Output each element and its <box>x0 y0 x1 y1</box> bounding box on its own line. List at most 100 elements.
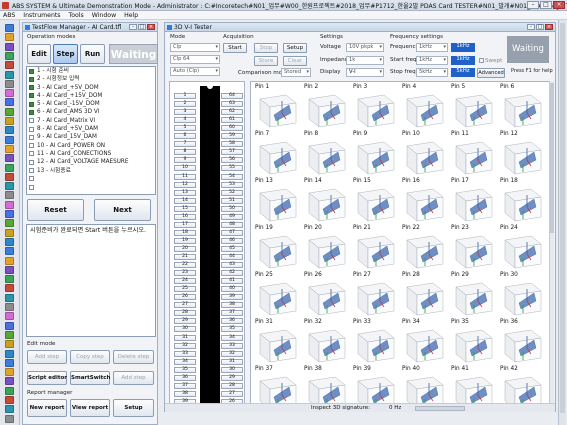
toolbar-tool-icon[interactable] <box>5 256 14 265</box>
toolbar-tool-icon[interactable] <box>5 284 14 293</box>
pin-left-button[interactable]: 29 <box>174 318 196 325</box>
main-scrollbar-thumb[interactable] <box>560 23 565 413</box>
pin-signature-cell[interactable]: Pin 20 <box>303 225 350 272</box>
panel-close-button[interactable]: × <box>147 24 155 30</box>
pin-signature-cell[interactable]: Pin 38 <box>303 366 350 403</box>
toolbar-tool-icon[interactable] <box>5 265 14 274</box>
pin-left-button[interactable]: 14 <box>174 197 196 204</box>
pin-signature-cell[interactable]: Pin 12 <box>499 131 546 178</box>
step-item[interactable]: 13 - 시험종료 <box>27 167 155 175</box>
toolbar-tool-icon[interactable] <box>5 349 14 358</box>
pin-signature-cell[interactable]: Pin 24 <box>499 225 546 272</box>
pin-right-button[interactable]: 28 <box>221 382 243 389</box>
new-report-button[interactable]: New report <box>27 399 67 417</box>
pin-right-button[interactable]: 63 <box>221 101 243 108</box>
toolbar-tool-icon[interactable] <box>5 386 14 395</box>
step-item[interactable]: 3 - AI Card_+5V_DOM <box>27 84 155 92</box>
reset-button[interactable]: Reset <box>27 199 84 221</box>
pin-right-button[interactable]: 39 <box>221 294 243 301</box>
toolbar-tool-icon[interactable] <box>5 312 14 321</box>
run-mode-button[interactable]: Run <box>80 44 105 64</box>
step-item[interactable]: 9 - AI Card_15V_DAM <box>27 133 155 141</box>
pin-right-button[interactable]: 64 <box>221 93 243 99</box>
step-checkbox[interactable] <box>29 159 34 165</box>
pin-left-button[interactable]: 16 <box>174 213 196 220</box>
pin-right-button[interactable]: 43 <box>221 262 243 269</box>
advanced-button[interactable]: Advanced <box>477 68 505 78</box>
pin-signature-cell[interactable]: Pin 28 <box>401 272 448 319</box>
toolbar-tool-icon[interactable] <box>5 293 14 302</box>
pin-left-button[interactable]: 28 <box>174 310 196 317</box>
pin-left-button[interactable]: 9 <box>174 157 196 164</box>
start-freq-select[interactable]: 1kHz <box>416 56 448 65</box>
pin-right-button[interactable]: 53 <box>221 181 243 188</box>
start-button[interactable]: Start <box>223 43 247 53</box>
pin-right-button[interactable]: 30 <box>221 366 243 373</box>
pin-signature-cell[interactable]: Pin 31 <box>254 319 301 366</box>
delete-step-button[interactable]: Delete step <box>113 350 154 364</box>
toolbar-tool-icon[interactable] <box>5 377 14 386</box>
pin-right-button[interactable]: 56 <box>221 157 243 164</box>
step-checkbox[interactable] <box>29 109 34 115</box>
toolbar-tool-icon[interactable] <box>5 321 14 330</box>
add-step-button-2[interactable]: Add step <box>113 371 154 385</box>
pin-left-button[interactable]: 21 <box>174 254 196 260</box>
toolbar-tool-icon[interactable] <box>5 237 14 246</box>
toolbar-tool-icon[interactable] <box>5 182 14 191</box>
pin-right-button[interactable]: 45 <box>221 245 243 252</box>
next-button[interactable]: Next <box>94 199 151 221</box>
pin-signature-cell[interactable]: Pin 9 <box>352 131 399 178</box>
pin-right-button[interactable]: 51 <box>221 197 243 204</box>
pin-right-button[interactable]: 50 <box>221 205 243 212</box>
toolbar-tool-icon[interactable] <box>5 200 14 209</box>
step-item[interactable]: 10 - AI Card_POWER ON <box>27 142 155 150</box>
close-button[interactable]: × <box>553 1 565 9</box>
toolbar-tool-icon[interactable] <box>5 70 14 79</box>
pin-left-button[interactable]: 11 <box>174 173 196 180</box>
step-item[interactable]: 2 - 시험정보 입력 <box>27 75 155 83</box>
impedance-select[interactable]: 1k <box>346 56 384 65</box>
script-editor-button[interactable]: Script editor <box>27 371 67 385</box>
menu-abs[interactable]: ABS <box>0 11 18 20</box>
pin-signature-cell[interactable]: Pin 2 <box>303 84 350 131</box>
step-checkbox[interactable] <box>29 151 34 157</box>
toolbar-tool-icon[interactable] <box>5 219 14 228</box>
pin-left-button[interactable]: 23 <box>174 270 196 277</box>
step-checkbox[interactable] <box>29 118 34 124</box>
pin-signature-cell[interactable]: Pin 16 <box>401 178 448 225</box>
step-item[interactable]: 11 - AI Card_CONECTIONS <box>27 150 155 158</box>
toolbar-tool-icon[interactable] <box>5 79 14 88</box>
toolbar-tool-icon[interactable] <box>5 247 14 256</box>
pin-left-button[interactable]: 32 <box>174 342 196 349</box>
step-checkbox[interactable] <box>29 68 34 74</box>
pin-right-button[interactable]: 54 <box>221 173 243 180</box>
pin-left-button[interactable]: 13 <box>174 189 196 196</box>
step-item[interactable]: 6 - AI Card_AMS 3D VI <box>27 108 155 116</box>
swept-checkbox[interactable]: Swept <box>479 58 502 64</box>
pin-left-button[interactable]: 31 <box>174 334 196 341</box>
copy-step-button[interactable]: Copy step <box>70 350 110 364</box>
stop-button[interactable]: Stop <box>254 43 278 53</box>
pin-right-button[interactable]: 48 <box>221 221 243 228</box>
pin-signature-cell[interactable]: Pin 34 <box>401 319 448 366</box>
pin-left-button[interactable]: 36 <box>174 374 196 381</box>
menu-help[interactable]: Help <box>121 11 141 20</box>
panel-maximize-button[interactable]: □ <box>138 24 146 30</box>
pin-signature-cell[interactable]: Pin 18 <box>499 178 546 225</box>
step-checkbox[interactable] <box>29 143 34 149</box>
pin-left-button[interactable]: 37 <box>174 382 196 389</box>
pin-signature-cell[interactable]: Pin 36 <box>499 319 546 366</box>
pin-left-button[interactable]: 38 <box>174 390 196 397</box>
add-step-button[interactable]: Add step <box>27 350 67 364</box>
pin-right-button[interactable]: 47 <box>221 229 243 236</box>
pin-left-button[interactable]: 20 <box>174 245 196 252</box>
pin-left-button[interactable]: 24 <box>174 278 196 285</box>
pin-right-button[interactable]: 41 <box>221 278 243 285</box>
pin-right-button[interactable]: 40 <box>221 286 243 293</box>
comparison-mode-select[interactable]: Stored <box>281 68 311 77</box>
pin-signature-cell[interactable]: Pin 21 <box>352 225 399 272</box>
toolbar-tool-icon[interactable] <box>5 210 14 218</box>
frequency-select[interactable]: 1kHz <box>416 43 448 52</box>
main-scrollbar[interactable] <box>558 20 566 425</box>
step-checkbox[interactable] <box>29 134 34 140</box>
